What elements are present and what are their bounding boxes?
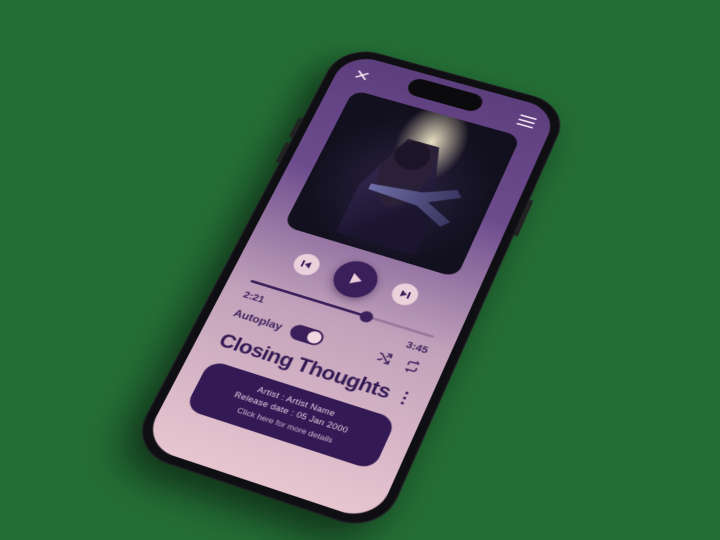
progress-slider[interactable] [250,280,434,339]
autoplay-toggle[interactable] [288,323,327,347]
more-options-icon[interactable] [400,391,409,404]
volume-up-button[interactable] [289,117,303,138]
phone-frame: ✕ [127,43,571,535]
elapsed-time: 2:21 [241,290,266,306]
artist-line: Artist : Artist Name [215,372,380,432]
next-button[interactable] [388,280,422,308]
more-details-link[interactable]: Click here for more details [203,395,368,456]
previous-button[interactable] [290,251,324,278]
close-icon[interactable]: ✕ [351,67,374,84]
music-player-screen: ✕ [141,52,559,522]
menu-icon[interactable] [516,114,537,128]
play-button[interactable] [327,256,384,302]
song-info-card[interactable]: Artist : Artist Name Release date : 05 J… [184,360,396,471]
total-time: 3:45 [404,340,430,356]
volume-down-button[interactable] [275,142,289,163]
shuffle-icon[interactable] [373,350,394,369]
song-title: Closing Thoughts [215,329,395,404]
repeat-icon[interactable] [401,358,422,377]
release-line: Release date : 05 Jan 2000 [209,383,374,443]
progress-thumb[interactable] [358,309,375,323]
autoplay-label: Autoplay [232,307,285,333]
